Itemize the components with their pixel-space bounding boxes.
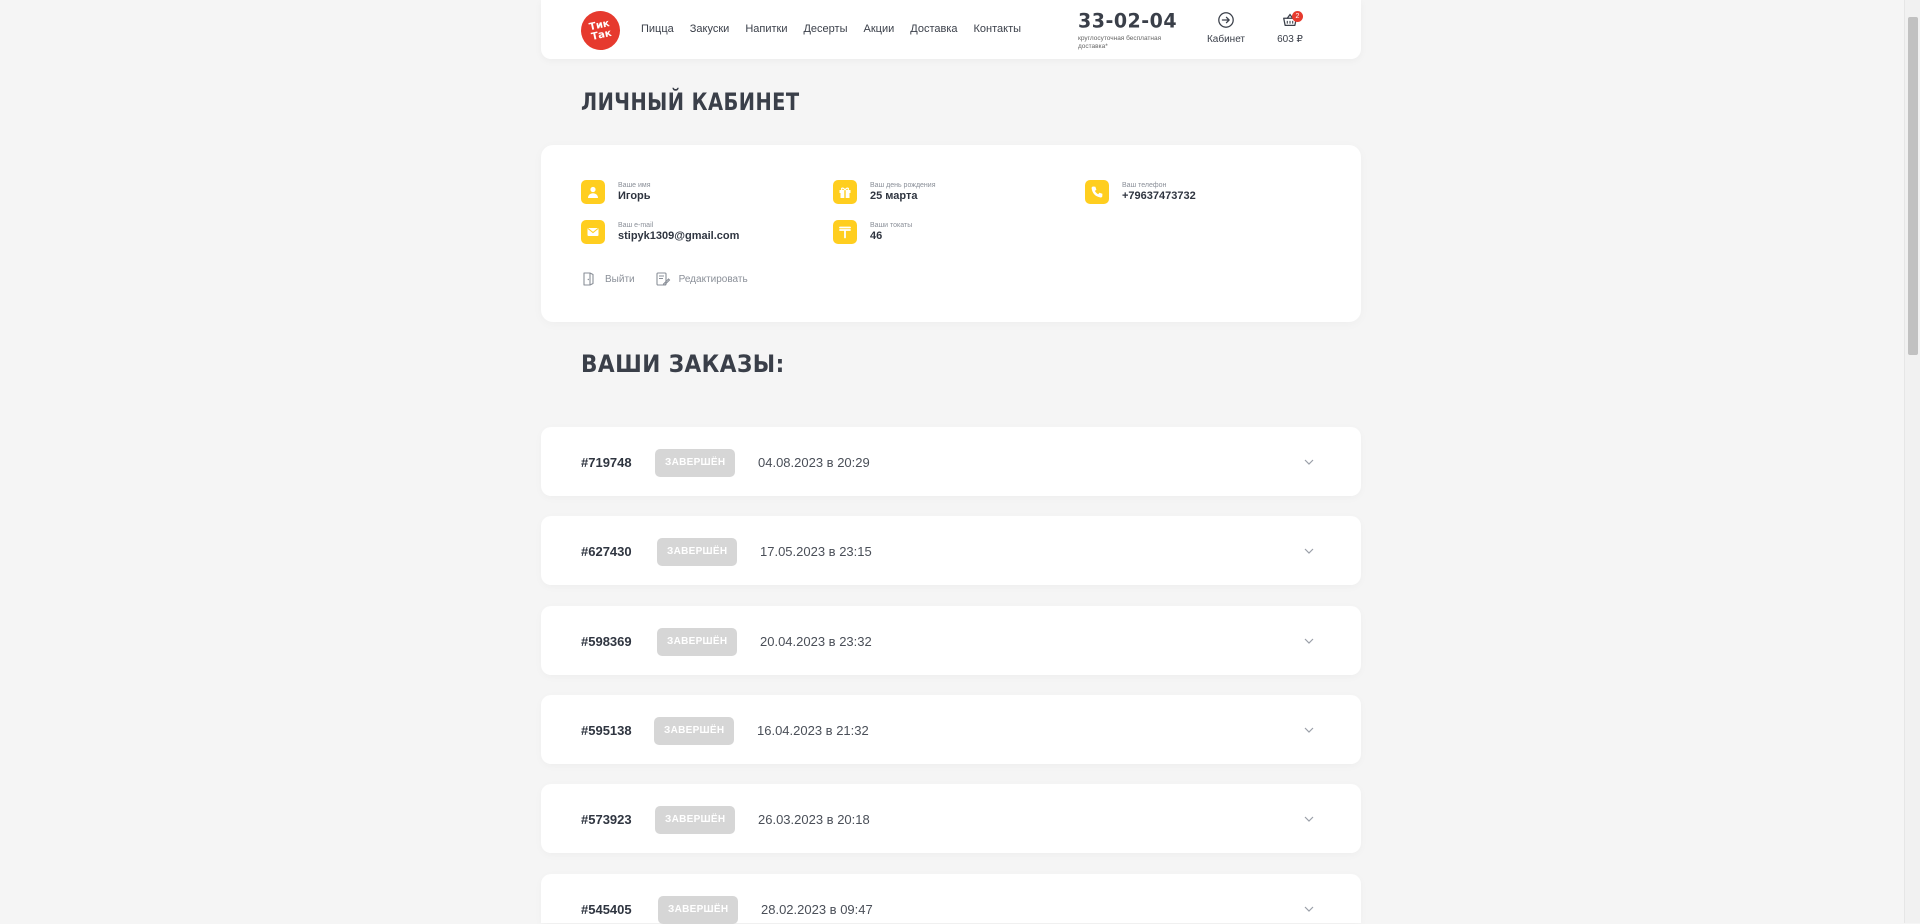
tokens-value: 46 xyxy=(870,229,883,242)
nav-item-desserts[interactable]: Десерты xyxy=(803,23,847,35)
orders-title: ВАШИ ЗАКАЗЫ: xyxy=(581,350,785,378)
order-number: #545405 xyxy=(581,902,632,917)
name-field: Ваше имя Игорь xyxy=(581,180,651,204)
order-date: 28.02.2023 в 09:47 xyxy=(761,902,873,917)
cart-button[interactable]: 2 603 ₽ xyxy=(1270,11,1310,45)
tokens-label: Ваши токаты xyxy=(870,221,913,229)
cabinet-button[interactable]: Кабинет xyxy=(1201,11,1251,45)
chevron-down-icon[interactable] xyxy=(1302,544,1316,558)
logout-icon xyxy=(583,272,594,286)
order-status-badge: ЗАВЕРШЁН xyxy=(657,628,738,656)
nav-item-drinks[interactable]: Напитки xyxy=(745,23,787,35)
email-label: Ваш e-mail xyxy=(618,221,654,229)
edit-icon xyxy=(656,272,670,286)
header-phone[interactable]: 33-02-04 xyxy=(1078,9,1177,32)
main-nav: Пицца Закуски Напитки Десерты Акции Дост… xyxy=(641,23,1021,35)
order-date: 17.05.2023 в 23:15 xyxy=(760,544,872,559)
order-status-badge: ЗАВЕРШЁН xyxy=(655,806,736,834)
phone-icon xyxy=(1085,180,1109,204)
order-row[interactable]: #627430 ЗАВЕРШЁН 17.05.2023 в 23:15 xyxy=(541,516,1361,585)
chevron-down-icon[interactable] xyxy=(1302,723,1316,737)
order-row[interactable]: #573923 ЗАВЕРШЁН 26.03.2023 в 20:18 xyxy=(541,784,1361,853)
nav-item-contacts[interactable]: Контакты xyxy=(974,23,1022,35)
profile-actions: Выйти Редактировать xyxy=(581,271,748,287)
order-date: 16.04.2023 в 21:32 xyxy=(757,723,869,738)
nav-item-promos[interactable]: Акции xyxy=(864,23,895,35)
cabinet-label: Кабинет xyxy=(1206,34,1246,45)
logout-button[interactable]: Выйти xyxy=(581,271,635,287)
page: Тик Так Пицца Закуски Напитки Десерты Ак… xyxy=(0,0,1904,924)
order-date: 26.03.2023 в 20:18 xyxy=(758,812,870,827)
order-date: 04.08.2023 в 20:29 xyxy=(758,455,870,470)
birthday-value: 25 марта xyxy=(870,189,918,202)
logout-label: Выйти xyxy=(605,273,635,285)
phone-block: 33-02-04 круглосуточная бесплатная доста… xyxy=(1078,9,1177,51)
order-row[interactable]: #595138 ЗАВЕРШЁН 16.04.2023 в 21:32 xyxy=(541,695,1361,764)
phone-note: круглосуточная бесплатная доставка* xyxy=(1078,35,1162,50)
birthday-label: Ваш день рождения xyxy=(870,181,936,189)
nav-item-pizza[interactable]: Пицца xyxy=(641,23,674,35)
login-icon xyxy=(1218,12,1234,28)
nav-item-delivery[interactable]: Доставка xyxy=(910,23,957,35)
chevron-down-icon[interactable] xyxy=(1302,812,1316,826)
phone-field: Ваш телефон +79637473732 xyxy=(1085,180,1196,204)
order-number: #573923 xyxy=(581,812,632,827)
user-icon xyxy=(581,180,605,204)
profile-card: Ваше имя Игорь Ваш день рождения 25 март… xyxy=(541,145,1361,322)
order-row[interactable]: #598369 ЗАВЕРШЁН 20.04.2023 в 23:32 xyxy=(541,606,1361,675)
scrollbar-thumb[interactable] xyxy=(1908,17,1918,355)
order-row[interactable]: #545405 ЗАВЕРШЁН 28.02.2023 в 09:47 xyxy=(541,874,1361,924)
order-number: #595138 xyxy=(581,723,632,738)
order-status-badge: ЗАВЕРШЁН xyxy=(658,896,739,924)
order-status-badge: ЗАВЕРШЁН xyxy=(657,538,738,566)
email-field: Ваш e-mail stipyk1309@gmail.com xyxy=(581,220,739,244)
name-value: Игорь xyxy=(618,189,651,202)
email-value: stipyk1309@gmail.com xyxy=(618,229,740,242)
page-title: ЛИЧНЫЙ КАБИНЕТ xyxy=(581,88,800,116)
chevron-down-icon[interactable] xyxy=(1302,455,1316,469)
name-label: Ваше имя xyxy=(618,181,651,189)
birthday-field: Ваш день рождения 25 марта xyxy=(833,180,936,204)
order-number: #719748 xyxy=(581,455,632,470)
chevron-down-icon[interactable] xyxy=(1302,634,1316,648)
phone-value: +79637473732 xyxy=(1122,189,1196,202)
edit-button[interactable]: Редактировать xyxy=(655,271,748,287)
cart-count-badge: 2 xyxy=(1292,11,1303,22)
nav-item-snacks[interactable]: Закуски xyxy=(690,23,730,35)
order-row[interactable]: #719748 ЗАВЕРШЁН 04.08.2023 в 20:29 xyxy=(541,427,1361,496)
order-status-badge: ЗАВЕРШЁН xyxy=(655,449,736,477)
tokens-field: Ваши токаты 46 xyxy=(833,220,912,244)
mail-icon xyxy=(581,220,605,244)
site-header: Тик Так Пицца Закуски Напитки Десерты Ак… xyxy=(541,0,1361,59)
order-number: #598369 xyxy=(581,634,632,649)
edit-label: Редактировать xyxy=(678,273,748,285)
page-scrollbar[interactable] xyxy=(1904,0,1920,923)
gift-icon xyxy=(833,180,857,204)
token-icon xyxy=(833,220,857,244)
order-status-badge: ЗАВЕРШЁН xyxy=(654,717,735,745)
logo[interactable]: Тик Так xyxy=(577,7,624,54)
cart-total: 603 ₽ xyxy=(1277,34,1303,45)
order-date: 20.04.2023 в 23:32 xyxy=(760,634,872,649)
order-number: #627430 xyxy=(581,544,632,559)
phone-label: Ваш телефон xyxy=(1122,181,1167,189)
chevron-down-icon[interactable] xyxy=(1302,902,1316,916)
